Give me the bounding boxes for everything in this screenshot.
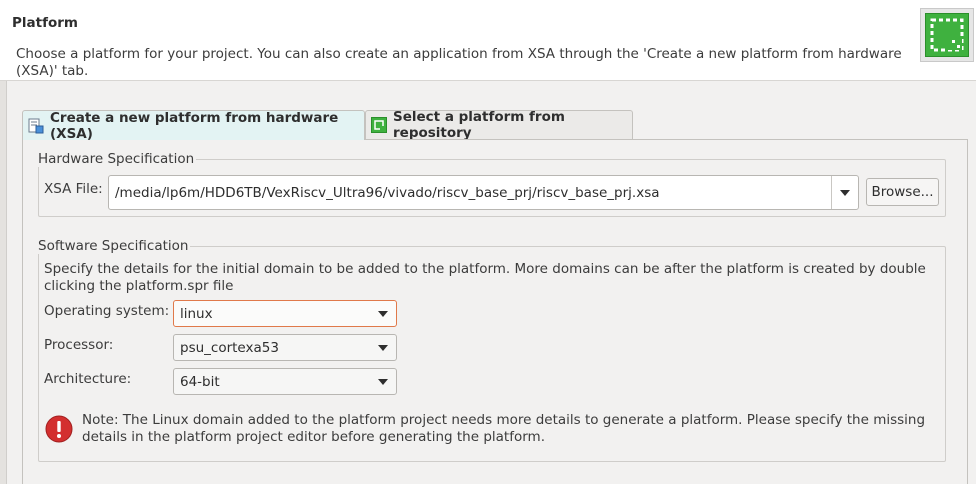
hardware-xsa-icon <box>28 118 44 134</box>
architecture-label: Architecture: <box>44 371 132 387</box>
processor-select[interactable]: psu_cortexa53 <box>173 334 397 361</box>
xsa-file-label: XSA File: <box>44 181 103 197</box>
platform-repository-icon <box>371 117 387 133</box>
tab-create-from-hardware[interactable]: Create a new platform from hardware (XSA… <box>22 109 365 142</box>
xsa-file-combo[interactable]: /media/lp6m/HDD6TB/VexRiscv_Ultra96/viva… <box>108 175 859 210</box>
processor-value: psu_cortexa53 <box>180 339 279 356</box>
vitis-platform-logo-icon <box>920 8 974 62</box>
chevron-down-icon <box>378 344 388 351</box>
linux-domain-note: Note: The Linux domain added to the plat… <box>82 412 926 445</box>
architecture-select[interactable]: 64-bit <box>173 368 397 395</box>
operating-system-value: linux <box>180 305 213 322</box>
software-spec-description: Specify the details for the initial doma… <box>44 261 926 294</box>
operating-system-select[interactable]: linux <box>173 300 397 327</box>
tab-select-from-repository-label: Select a platform from repository <box>393 109 565 141</box>
operating-system-label: Operating system: <box>44 303 170 319</box>
tab-select-from-repository[interactable]: Select a platform from repository <box>365 109 633 141</box>
tab-create-from-hardware-label: Create a new platform from hardware (XSA… <box>50 109 339 142</box>
error-icon <box>45 415 73 447</box>
page-description: Choose a platform for your project. You … <box>16 46 902 79</box>
xsa-file-value: /media/lp6m/HDD6TB/VexRiscv_Ultra96/viva… <box>115 184 660 201</box>
processor-label: Processor: <box>44 337 114 353</box>
page-title: Platform <box>12 15 78 31</box>
chevron-down-icon <box>378 378 388 385</box>
wizard-header: Platform Choose a platform for your proj… <box>0 0 976 81</box>
xsa-file-dropdown-button[interactable] <box>831 176 858 209</box>
hardware-spec-label: Hardware Specification <box>38 151 197 167</box>
chevron-down-icon <box>378 310 388 317</box>
left-edge <box>0 81 7 484</box>
software-spec-label: Software Specification <box>38 238 191 254</box>
chevron-down-icon <box>840 189 850 196</box>
browse-button[interactable]: Browse... <box>866 178 939 206</box>
architecture-value: 64-bit <box>180 373 220 390</box>
